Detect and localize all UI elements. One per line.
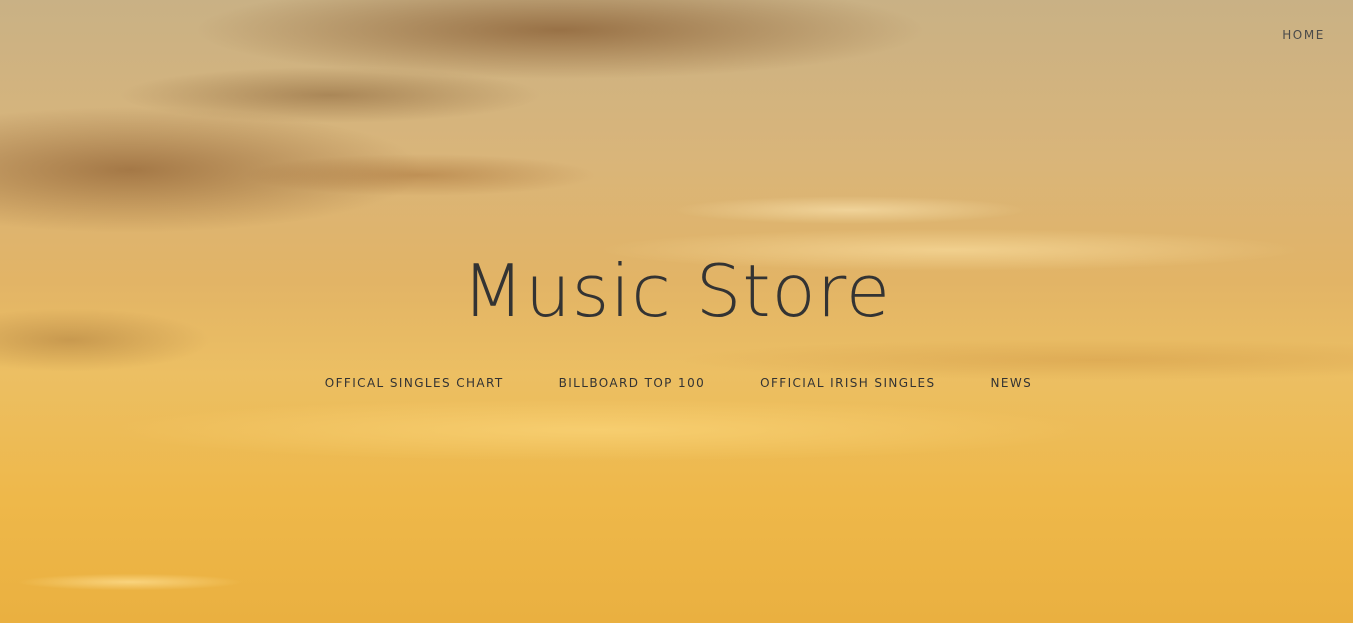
- hero-sunset-background: HOME Music Store OFFICAL SINGLES CHART B…: [0, 0, 1353, 623]
- menu-item-official-singles-chart[interactable]: OFFICAL SINGLES CHART: [325, 376, 504, 390]
- main-menu: OFFICAL SINGLES CHART BILLBOARD TOP 100 …: [0, 376, 1353, 390]
- menu-item-news[interactable]: NEWS: [991, 376, 1033, 390]
- menu-item-billboard-top-100[interactable]: BILLBOARD TOP 100: [559, 376, 706, 390]
- site-title: Music Store: [461, 249, 892, 333]
- top-navigation: HOME: [1282, 24, 1325, 43]
- nav-home-link[interactable]: HOME: [1282, 28, 1325, 42]
- menu-item-official-irish-singles[interactable]: OFFICIAL IRISH SINGLES: [760, 376, 935, 390]
